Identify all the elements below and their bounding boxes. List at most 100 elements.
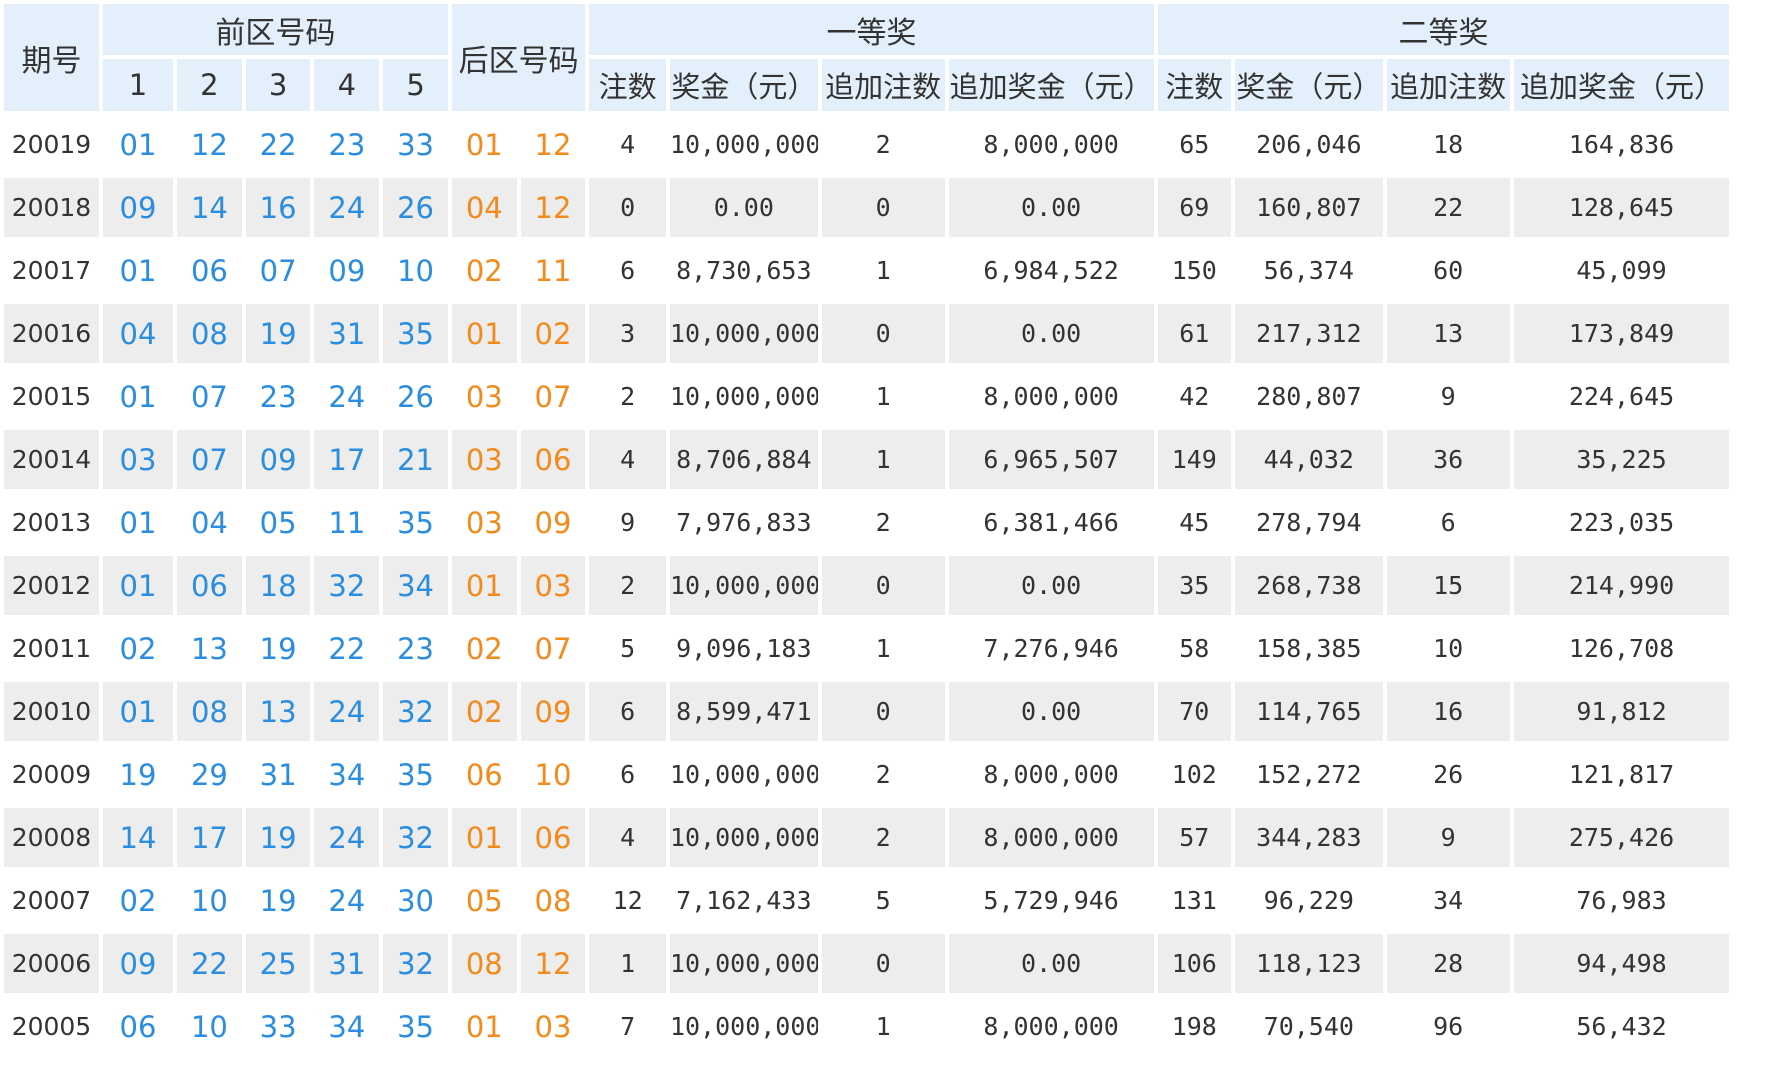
front-number: 31 [314,304,380,363]
first-prize-add-amount: 0.00 [948,934,1154,993]
first-prize-add-amount: 8,000,000 [948,745,1154,804]
back-number: 04 [451,178,517,237]
front-number: 35 [383,493,448,552]
back-number: 12 [520,934,586,993]
back-number: 01 [451,997,517,1056]
front-number: 31 [245,745,311,804]
second-prize-add-amount: 94,498 [1513,934,1730,993]
second-prize-add-amount: 121,817 [1513,745,1730,804]
period-cell: 20018 [4,178,99,237]
back-number: 02 [451,619,517,678]
first-prize-add-amount: 0.00 [948,178,1154,237]
first-prize-add-count: 5 [821,871,945,930]
front-number: 26 [383,178,448,237]
front-number: 08 [177,304,242,363]
first-prize-count-header: 注数 [589,59,666,111]
second-prize-add-count: 34 [1386,871,1510,930]
table-edge-cut [1733,745,1768,804]
first-prize-amount: 10,000,000 [669,367,818,426]
table-row: 20009 19 29 31 34 35 06 10 6 10,000,000 2 8,000,000… [4,745,1768,804]
first-prize-amount: 10,000,000 [669,115,818,174]
first-prize-amount: 10,000,000 [669,556,818,615]
front-number: 35 [383,997,448,1056]
front-number: 19 [102,745,174,804]
table-edge-cut [1733,808,1768,867]
front-number: 01 [102,367,174,426]
first-prize-add-count: 0 [821,556,945,615]
second-prize-count: 102 [1157,745,1231,804]
period-cell: 20019 [4,115,99,174]
front-number: 21 [383,430,448,489]
table-row: 20016 04 08 19 31 35 01 02 3 10,000,000 0 0.00 61 217… [4,304,1768,363]
second-prize-count: 106 [1157,934,1231,993]
back-number: 07 [520,367,586,426]
second-prize-add-amount: 173,849 [1513,304,1730,363]
first-prize-add-amount: 0.00 [948,304,1154,363]
first-prize-add-count: 1 [821,997,945,1056]
table-edge-cut [1733,178,1768,237]
back-number: 06 [520,430,586,489]
table-row: 20010 01 08 13 24 32 02 09 6 8,599,471 0 0.00 70 114,… [4,682,1768,741]
first-prize-count: 5 [589,619,666,678]
table-edge-cut [1733,556,1768,615]
second-prize-amount: 118,123 [1234,934,1383,993]
front-number: 06 [177,556,242,615]
back-number: 08 [520,871,586,930]
back-number: 02 [451,241,517,300]
front-number: 23 [314,115,380,174]
table-edge-cut [1733,4,1768,111]
first-prize-count: 6 [589,682,666,741]
table-edge-cut [1733,367,1768,426]
first-prize-add-amount: 8,000,000 [948,997,1154,1056]
first-prize-count: 3 [589,304,666,363]
table-row: 20011 02 13 19 22 23 02 07 5 9,096,183 1 7,276,946 5… [4,619,1768,678]
period-cell: 20013 [4,493,99,552]
first-prize-amount: 10,000,000 [669,745,818,804]
second-prize-add-count: 36 [1386,430,1510,489]
second-prize-add-count: 18 [1386,115,1510,174]
first-prize-count: 4 [589,115,666,174]
table-edge-cut [1733,934,1768,993]
second-prize-add-count: 26 [1386,745,1510,804]
period-cell: 20016 [4,304,99,363]
period-cell: 20014 [4,430,99,489]
first-prize-add-amount: 6,965,507 [948,430,1154,489]
front-number: 22 [314,619,380,678]
front-number: 29 [177,745,242,804]
first-prize-count: 4 [589,430,666,489]
back-number: 03 [520,556,586,615]
second-prize-count-header: 注数 [1157,59,1231,111]
back-number: 03 [451,367,517,426]
front-number: 33 [383,115,448,174]
first-prize-add-count: 1 [821,619,945,678]
second-prize-add-amount: 56,432 [1513,997,1730,1056]
second-prize-count: 58 [1157,619,1231,678]
first-prize-amount: 8,730,653 [669,241,818,300]
first-prize-amount: 7,976,833 [669,493,818,552]
front-number: 01 [102,241,174,300]
front-number: 23 [245,367,311,426]
second-prize-amount: 56,374 [1234,241,1383,300]
front-number: 01 [102,682,174,741]
second-prize-add-amount: 224,645 [1513,367,1730,426]
first-prize-amount-header: 奖金（元） [669,59,818,111]
front-number: 32 [383,808,448,867]
second-prize-add-amount: 128,645 [1513,178,1730,237]
front-number: 16 [245,178,311,237]
back-number: 12 [520,178,586,237]
back-number: 10 [520,745,586,804]
front-number: 22 [245,115,311,174]
second-prize-add-count: 96 [1386,997,1510,1056]
first-prize-count: 6 [589,241,666,300]
second-prize-add-amount: 275,426 [1513,808,1730,867]
first-prize-add-count: 1 [821,367,945,426]
front-number: 17 [177,808,242,867]
first-prize-add-amount-header: 追加奖金（元） [948,59,1154,111]
second-prize-add-count: 15 [1386,556,1510,615]
second-prize-amount: 70,540 [1234,997,1383,1056]
front-number: 01 [102,556,174,615]
second-prize-add-count-header: 追加注数 [1386,59,1510,111]
first-prize-add-amount: 8,000,000 [948,367,1154,426]
front-number: 04 [177,493,242,552]
first-prize-amount: 8,706,884 [669,430,818,489]
